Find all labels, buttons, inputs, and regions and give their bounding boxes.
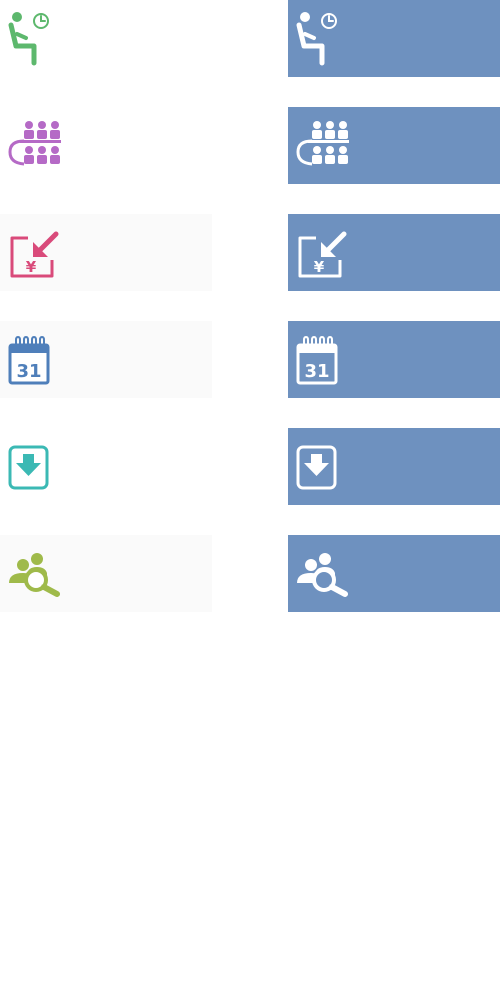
download-icon <box>296 445 337 490</box>
calendar-icon: 31 <box>296 335 338 385</box>
people-search-icon <box>297 553 348 597</box>
people-search-icon <box>9 553 60 597</box>
waiting-person-clock-icon <box>8 12 49 66</box>
yen-symbol: ¥ <box>314 258 325 276</box>
waiting-person-clock-icon <box>296 12 337 66</box>
download-icon <box>8 445 49 490</box>
calendar-day: 31 <box>16 361 41 382</box>
download-tile-active[interactable] <box>288 428 500 505</box>
download-tile[interactable] <box>0 428 212 505</box>
yen-payment-tile-active[interactable]: ¥ <box>288 214 500 291</box>
meeting-group-icon <box>8 121 61 166</box>
waiting-tile-active[interactable] <box>288 0 500 77</box>
icon-grid: ¥ ¥ 31 31 <box>0 0 500 1000</box>
yen-payment-in-icon: ¥ <box>10 231 59 278</box>
calendar-day: 31 <box>304 361 329 382</box>
meeting-tile-active[interactable] <box>288 107 500 184</box>
meeting-tile[interactable] <box>0 107 212 184</box>
meeting-group-icon <box>296 121 349 166</box>
yen-symbol: ¥ <box>26 258 37 276</box>
calendar-tile-active[interactable]: 31 <box>288 321 500 398</box>
calendar-tile[interactable]: 31 <box>0 321 212 398</box>
people-search-tile-active[interactable] <box>288 535 500 612</box>
yen-payment-tile[interactable]: ¥ <box>0 214 212 291</box>
waiting-tile[interactable] <box>0 0 212 77</box>
people-search-tile[interactable] <box>0 535 212 612</box>
yen-payment-in-icon: ¥ <box>298 231 347 278</box>
calendar-icon: 31 <box>8 335 50 385</box>
